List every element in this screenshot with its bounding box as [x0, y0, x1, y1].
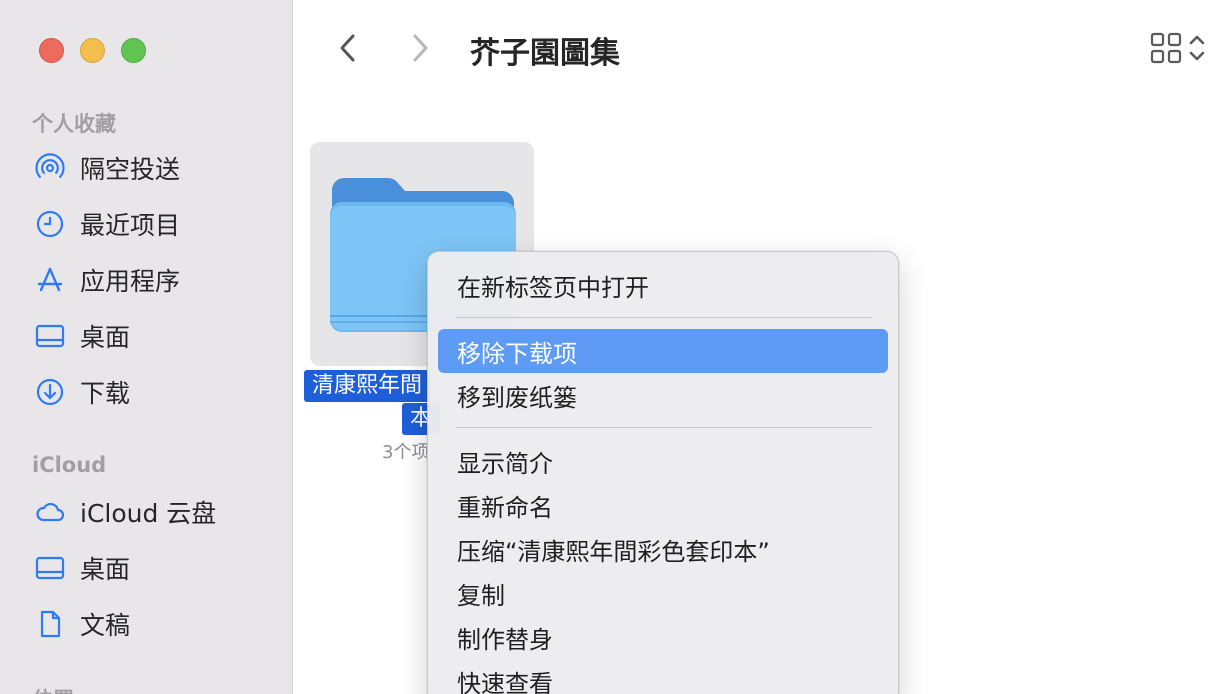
menu-item-quick-look[interactable]: 快速查看: [438, 659, 888, 694]
airdrop-icon: [34, 152, 66, 184]
sidebar-item-label: 下载: [80, 379, 131, 408]
close-window-button[interactable]: [39, 38, 64, 63]
clock-icon: [34, 208, 66, 240]
window-controls: [39, 38, 146, 63]
menu-item-make-alias[interactable]: 制作替身: [438, 615, 888, 659]
sidebar-item-applications[interactable]: 应用程序: [34, 260, 180, 300]
menu-separator: [456, 427, 872, 428]
sidebar-item-documents[interactable]: 文稿: [34, 604, 130, 644]
chevron-right-icon: [413, 34, 428, 62]
folder-name-line1: 清康熙年間: [304, 370, 431, 402]
menu-item-rename[interactable]: 重新命名: [438, 483, 888, 527]
forward-button[interactable]: [402, 30, 438, 66]
locations-section-title: 位置: [32, 684, 74, 694]
favorites-section-title: 个人收藏: [32, 112, 116, 136]
sidebar-item-icloud-desktop[interactable]: 桌面: [34, 548, 130, 588]
menu-item-move-to-trash[interactable]: 移到废纸篓: [438, 373, 888, 417]
sidebar-item-icloud-drive[interactable]: iCloud 云盘: [34, 492, 216, 532]
sidebar-item-airdrop[interactable]: 隔空投送: [34, 148, 180, 188]
back-button[interactable]: [330, 30, 366, 66]
download-icon: [34, 376, 66, 408]
applications-icon: [34, 264, 66, 296]
context-menu: 在新标签页中打开 移除下载项 移到废纸篓 显示简介 重新命名 压缩“清康熙年間彩…: [427, 251, 899, 694]
sidebar-item-label: 文稿: [80, 611, 131, 640]
window-title: 芥子園圖集: [470, 36, 620, 71]
menu-item-open-in-new-tab[interactable]: 在新标签页中打开: [438, 263, 888, 307]
sidebar-item-label: 隔空投送: [80, 155, 181, 184]
grid-view-icon: [1150, 32, 1182, 64]
menu-item-compress[interactable]: 压缩“清康熙年間彩色套印本”: [438, 527, 888, 571]
sidebar-item-label: 最近项目: [80, 211, 181, 240]
minimize-window-button[interactable]: [80, 38, 105, 63]
sidebar-item-downloads[interactable]: 下载: [34, 372, 130, 412]
cloud-icon: [34, 496, 66, 528]
menu-item-duplicate[interactable]: 复制: [438, 571, 888, 615]
sidebar-item-label: 桌面: [80, 323, 131, 352]
sidebar-item-recents[interactable]: 最近项目: [34, 204, 180, 244]
zoom-window-button[interactable]: [121, 38, 146, 63]
menu-item-remove-download[interactable]: 移除下载项: [438, 329, 888, 373]
folder-item-count: 3个项: [382, 442, 430, 463]
chevron-left-icon: [340, 34, 355, 62]
sidebar-item-label: iCloud 云盘: [80, 499, 217, 528]
menu-item-get-info[interactable]: 显示简介: [438, 439, 888, 483]
sidebar-item-label: 应用程序: [80, 267, 181, 296]
desktop-icon: [34, 552, 66, 584]
chevron-up-down-icon: [1189, 35, 1205, 61]
view-mode-button[interactable]: [1150, 32, 1206, 64]
folder-name-label[interactable]: 清康熙年間 本: [304, 370, 441, 435]
desktop-icon: [34, 320, 66, 352]
sidebar: 个人收藏 隔空投送 最近项目 应用程序 桌面 下载 iCloud iCloud …: [0, 0, 293, 694]
sidebar-item-label: 桌面: [80, 555, 131, 584]
document-icon: [34, 608, 66, 640]
sidebar-item-desktop[interactable]: 桌面: [34, 316, 130, 356]
menu-separator: [456, 317, 872, 318]
icloud-section-title: iCloud: [32, 453, 107, 477]
